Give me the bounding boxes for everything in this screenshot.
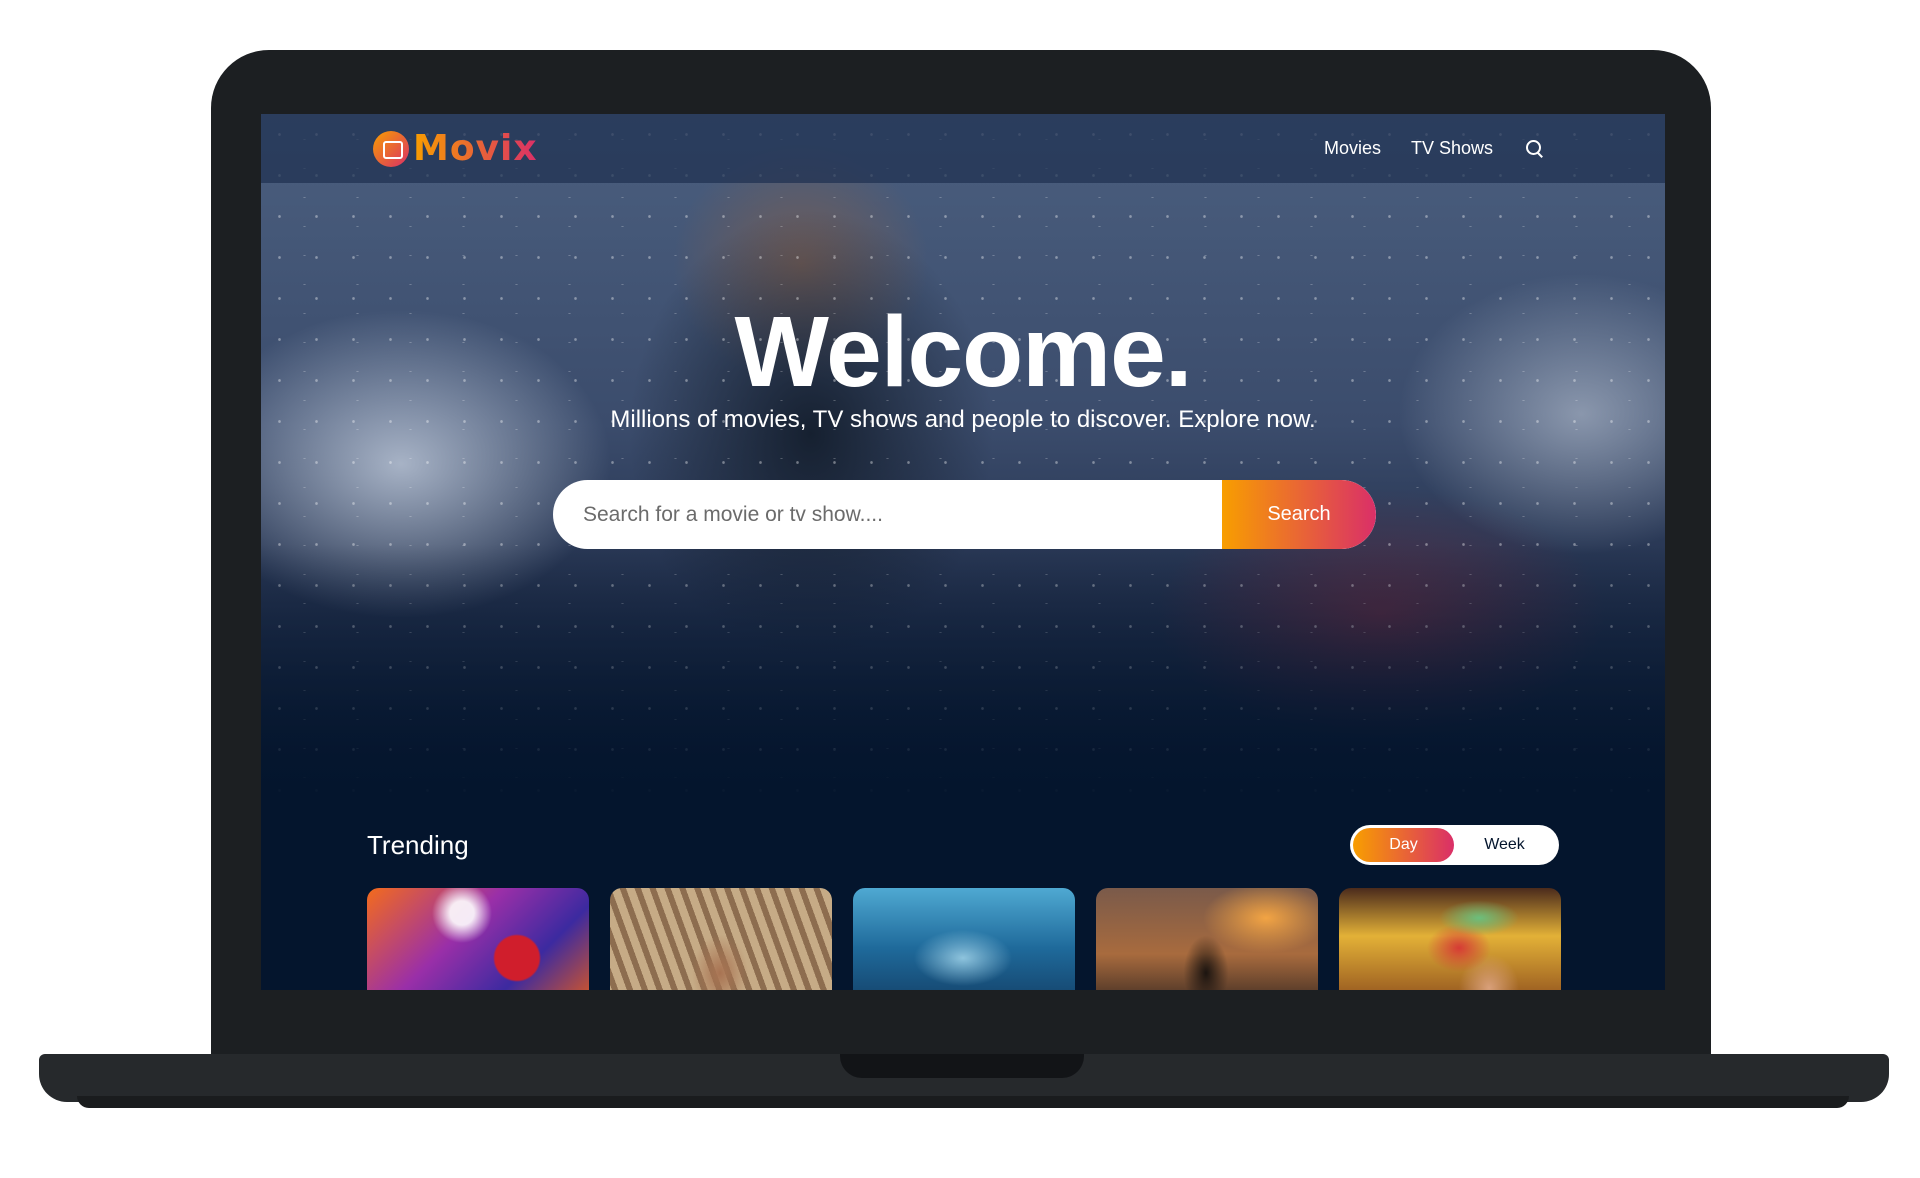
- search-input[interactable]: [553, 480, 1222, 549]
- movie-card-poster[interactable]: [367, 888, 589, 990]
- laptop-screen: Movix Movies TV Shows Welcome. Millions …: [261, 114, 1665, 990]
- tab-day[interactable]: Day: [1353, 828, 1454, 862]
- hero-subtitle: Millions of movies, TV shows and people …: [610, 406, 1316, 433]
- hero-search-bar: Search: [553, 480, 1376, 549]
- laptop-base-lip: [77, 1096, 1849, 1108]
- logo[interactable]: Movix: [373, 128, 538, 169]
- main-nav: Movies TV Shows: [1324, 114, 1545, 183]
- movie-card-poster[interactable]: [1096, 888, 1318, 990]
- logo-text: Movix: [413, 128, 538, 169]
- nav-link-movies[interactable]: Movies: [1324, 138, 1381, 159]
- tab-week[interactable]: Week: [1454, 828, 1555, 862]
- laptop-notch: [840, 1054, 1084, 1078]
- movie-card-poster[interactable]: [610, 888, 832, 990]
- hero-title: Welcome.: [734, 296, 1193, 408]
- nav-link-tv-shows[interactable]: TV Shows: [1411, 138, 1493, 159]
- trending-carousel: [367, 888, 1561, 990]
- trending-heading: Trending: [367, 830, 469, 860]
- hero-fade-overlay: [261, 544, 1665, 804]
- movie-card-poster[interactable]: [853, 888, 1075, 990]
- search-icon[interactable]: [1525, 139, 1545, 159]
- movie-card-poster[interactable]: [1339, 888, 1561, 990]
- search-button[interactable]: Search: [1222, 480, 1376, 549]
- hero-backdrop: [261, 114, 1665, 804]
- trending-time-switch: Day Week: [1350, 825, 1559, 865]
- film-icon: [373, 130, 409, 167]
- top-header: Movix Movies TV Shows: [261, 114, 1665, 183]
